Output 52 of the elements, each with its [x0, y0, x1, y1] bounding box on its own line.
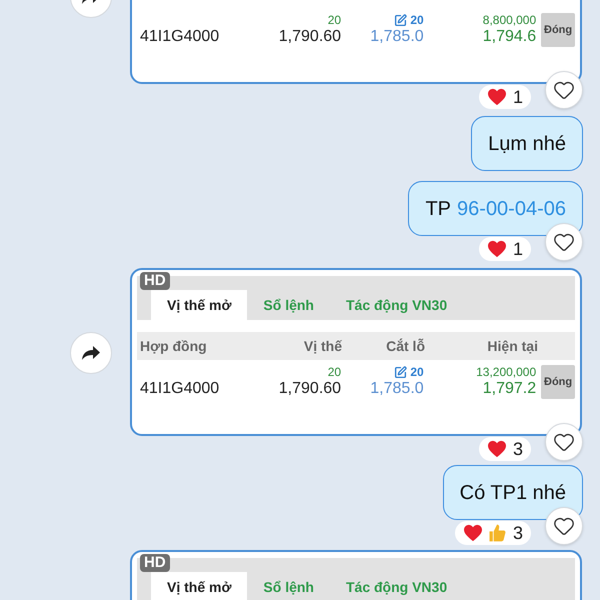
heart-outline-icon	[553, 431, 575, 453]
current-price: 1,797.2	[482, 379, 536, 399]
message-text: Lụm nhé	[488, 132, 566, 156]
hd-badge: HD	[140, 554, 170, 572]
hd-badge: HD	[140, 272, 170, 290]
forward-button[interactable]	[70, 332, 112, 374]
forward-arrow-icon	[81, 345, 101, 361]
thumbs-up-icon	[486, 523, 507, 543]
column-header: Hiện tại	[486, 336, 538, 356]
message-text: Có TP1 nhé	[460, 480, 566, 506]
close-position-button[interactable]: Đóng	[541, 365, 575, 399]
position-price: 1,790.60	[278, 27, 342, 47]
like-button[interactable]	[545, 507, 583, 545]
reaction-pill[interactable]: 3	[478, 437, 531, 461]
reaction-count: 3	[512, 438, 523, 460]
edit-icon[interactable]	[394, 14, 408, 26]
reaction-count: 1	[512, 238, 523, 260]
position-qty: 20	[328, 13, 342, 27]
tab[interactable]: Vị thế mở	[151, 290, 248, 320]
contract-cell-text: 41I1G4000	[139, 379, 220, 399]
heart-icon	[462, 524, 483, 542]
edit-icon[interactable]	[394, 366, 408, 378]
heart-icon	[486, 440, 507, 458]
reaction-pill[interactable]: 1	[478, 237, 531, 261]
reaction-pill[interactable]: 1	[478, 85, 531, 109]
tab[interactable]: Vị thế mở	[151, 572, 248, 600]
stop-price: 1,785.0	[370, 379, 424, 399]
contract-cell-text: 41I1G4000	[139, 27, 220, 47]
like-button[interactable]	[545, 71, 583, 109]
current-volume: 13,200,000	[476, 365, 536, 379]
column-header: Vị thế	[302, 336, 342, 356]
heart-outline-icon	[553, 231, 575, 253]
current-price: 1,794.6	[482, 27, 536, 47]
column-header: Cắt lỗ	[385, 336, 425, 356]
message-text: TP	[425, 196, 452, 222]
current-volume: 8,800,000	[482, 13, 536, 27]
position-qty: 20	[328, 365, 342, 379]
like-button[interactable]	[545, 223, 583, 261]
reaction-count: 3	[512, 522, 523, 544]
heart-icon	[486, 88, 507, 106]
stop-price: 1,785.0	[370, 27, 424, 47]
position-price: 1,790.60	[278, 379, 342, 399]
column-header: Hợp đồng	[139, 336, 208, 356]
close-position-button[interactable]: Đóng	[541, 13, 575, 47]
reaction-count: 1	[512, 86, 523, 108]
heart-icon	[486, 240, 507, 258]
stop-qty: 20	[410, 13, 424, 27]
stop-qty: 20	[410, 365, 424, 379]
like-button[interactable]	[545, 423, 583, 461]
heart-outline-icon	[553, 515, 575, 537]
heart-outline-icon	[553, 79, 575, 101]
reaction-pill[interactable]: 3	[454, 521, 531, 545]
